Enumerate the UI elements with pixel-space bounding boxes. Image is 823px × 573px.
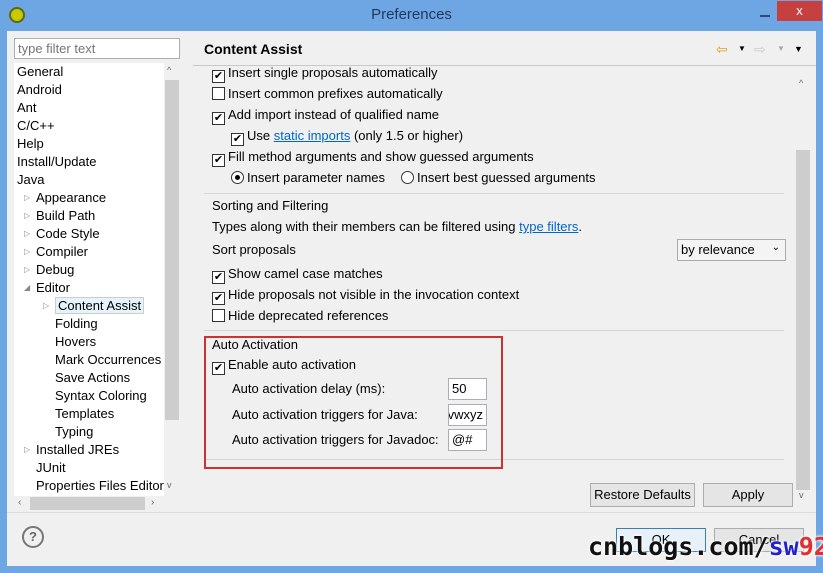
tree-item[interactable]: Hovers: [55, 333, 96, 351]
insert-single-checkbox[interactable]: ✔ Insert single proposals automatically: [212, 66, 438, 83]
divider: [204, 330, 784, 331]
tree-item[interactable]: Typing: [55, 423, 93, 441]
tree-item[interactable]: Install/Update: [17, 153, 97, 171]
tree-item[interactable]: JUnit: [36, 459, 66, 477]
type-filters-text: Types along with their members can be fi…: [212, 219, 582, 234]
tree-item[interactable]: Properties Files Editor: [36, 477, 164, 495]
checkbox-checked[interactable]: ✔: [212, 292, 225, 305]
radio-unselected[interactable]: [401, 171, 414, 184]
help-icon[interactable]: ?: [22, 526, 44, 548]
camel-case-checkbox[interactable]: ✔ Show camel case matches: [212, 264, 383, 284]
forward-arrow-icon[interactable]: ⇨: [754, 41, 766, 58]
common-prefixes-checkbox[interactable]: Insert common prefixes automatically: [212, 84, 443, 104]
back-dropdown-icon[interactable]: ▼: [738, 44, 746, 53]
tree-item[interactable]: ▷ Code Style: [24, 225, 100, 243]
tree-item[interactable]: ▷ Debug: [24, 261, 74, 279]
collapsed-arrow-icon[interactable]: ▷: [43, 297, 49, 315]
tree-item[interactable]: Templates: [55, 405, 114, 423]
tree-item[interactable]: Android: [17, 81, 62, 99]
tree-hscroll-thumb[interactable]: [30, 497, 145, 510]
tree-item[interactable]: Java: [17, 171, 44, 189]
checkbox-checked[interactable]: ✔: [212, 70, 225, 83]
collapsed-arrow-icon[interactable]: ▷: [24, 261, 30, 279]
tree-item[interactable]: C/C++: [17, 117, 55, 135]
window-title: Preferences: [371, 6, 452, 23]
collapsed-arrow-icon[interactable]: ▷: [24, 207, 30, 225]
fill-args-checkbox[interactable]: ✔ Fill method arguments and show guessed …: [212, 147, 534, 167]
hide-not-visible-checkbox[interactable]: ✔ Hide proposals not visible in the invoc…: [212, 285, 519, 305]
collapsed-arrow-icon[interactable]: ▷: [24, 225, 30, 243]
title-bar: Preferences x: [0, 0, 823, 31]
radio-selected[interactable]: [231, 171, 244, 184]
close-button[interactable]: x: [777, 1, 822, 21]
tree-item[interactable]: Save Actions: [55, 369, 130, 387]
tree-item[interactable]: ▷ Appearance: [24, 189, 106, 207]
checkbox-checked[interactable]: ✔: [212, 112, 225, 125]
forward-dropdown-icon[interactable]: ▼: [777, 44, 785, 53]
checkbox-checked[interactable]: ✔: [212, 271, 225, 284]
scroll-right-icon[interactable]: ›: [151, 497, 154, 508]
tree-item[interactable]: Ant: [17, 99, 37, 117]
minimize-button[interactable]: [760, 15, 770, 17]
expanded-arrow-icon[interactable]: ◢: [24, 279, 30, 297]
divider: [204, 193, 784, 194]
use-static-imports-checkbox[interactable]: ✔ Use static imports (only 1.5 or higher): [231, 126, 463, 146]
apply-button[interactable]: Apply: [703, 483, 793, 507]
chevron-down-icon: ⌄: [771, 242, 780, 253]
preference-tree: General Android Ant C/C++ Help Install/Update…: [14, 63, 180, 496]
collapsed-arrow-icon[interactable]: ▷: [24, 189, 30, 207]
sorting-section-title: Sorting and Filtering: [212, 198, 329, 213]
insert-best-radio[interactable]: Insert best guessed arguments: [401, 168, 596, 188]
tree-item[interactable]: ▷ Compiler: [24, 243, 88, 261]
view-menu-icon[interactable]: ▼: [794, 44, 803, 54]
insert-param-radio[interactable]: Insert parameter names: [231, 168, 385, 188]
checkbox-checked[interactable]: ✔: [212, 154, 225, 167]
scroll-down-icon[interactable]: v: [167, 480, 172, 490]
checkbox-unchecked[interactable]: [212, 87, 225, 100]
add-import-checkbox[interactable]: ✔ Add import instead of qualified name: [212, 105, 439, 125]
sort-proposals-select[interactable]: by relevance ⌄: [677, 239, 786, 261]
scroll-down-icon[interactable]: v: [799, 490, 804, 500]
page-title: Content Assist: [204, 41, 303, 57]
scroll-left-icon[interactable]: ‹: [18, 497, 21, 508]
checkbox-unchecked[interactable]: [212, 309, 225, 322]
footer-divider: [7, 512, 816, 513]
tree-scroll-thumb[interactable]: [165, 80, 179, 420]
scroll-up-icon[interactable]: ^: [799, 78, 803, 88]
watermark: cnblogs.com/sw926: [588, 532, 823, 561]
filter-input[interactable]: [14, 38, 180, 59]
sort-proposals-label: Sort proposals: [212, 242, 296, 257]
static-imports-link[interactable]: static imports: [274, 128, 351, 143]
tree-item[interactable]: ◢ Editor: [24, 279, 70, 297]
tree-item[interactable]: ▷ Installed JREs: [24, 441, 119, 459]
hide-deprecated-checkbox[interactable]: Hide deprecated references: [212, 306, 388, 326]
content-scroll-thumb[interactable]: [796, 150, 810, 490]
restore-defaults-button[interactable]: Restore Defaults: [590, 483, 695, 507]
tree-item[interactable]: General: [17, 63, 63, 81]
tree-item[interactable]: ▷ Content Assist: [43, 297, 145, 315]
tree-item[interactable]: Mark Occurrences: [55, 351, 161, 369]
tree-item[interactable]: ▷ Build Path: [24, 207, 95, 225]
type-filters-link[interactable]: type filters: [519, 219, 578, 234]
checkbox-checked[interactable]: ✔: [231, 133, 244, 146]
tree-item[interactable]: Help: [17, 135, 44, 153]
scroll-up-icon[interactable]: ^: [167, 65, 171, 75]
tree-item[interactable]: Syntax Coloring: [55, 387, 147, 405]
back-arrow-icon[interactable]: ⇦: [716, 41, 728, 58]
collapsed-arrow-icon[interactable]: ▷: [24, 243, 30, 261]
highlight-box: [204, 336, 503, 469]
collapsed-arrow-icon[interactable]: ▷: [24, 441, 30, 459]
tree-item[interactable]: Folding: [55, 315, 98, 333]
